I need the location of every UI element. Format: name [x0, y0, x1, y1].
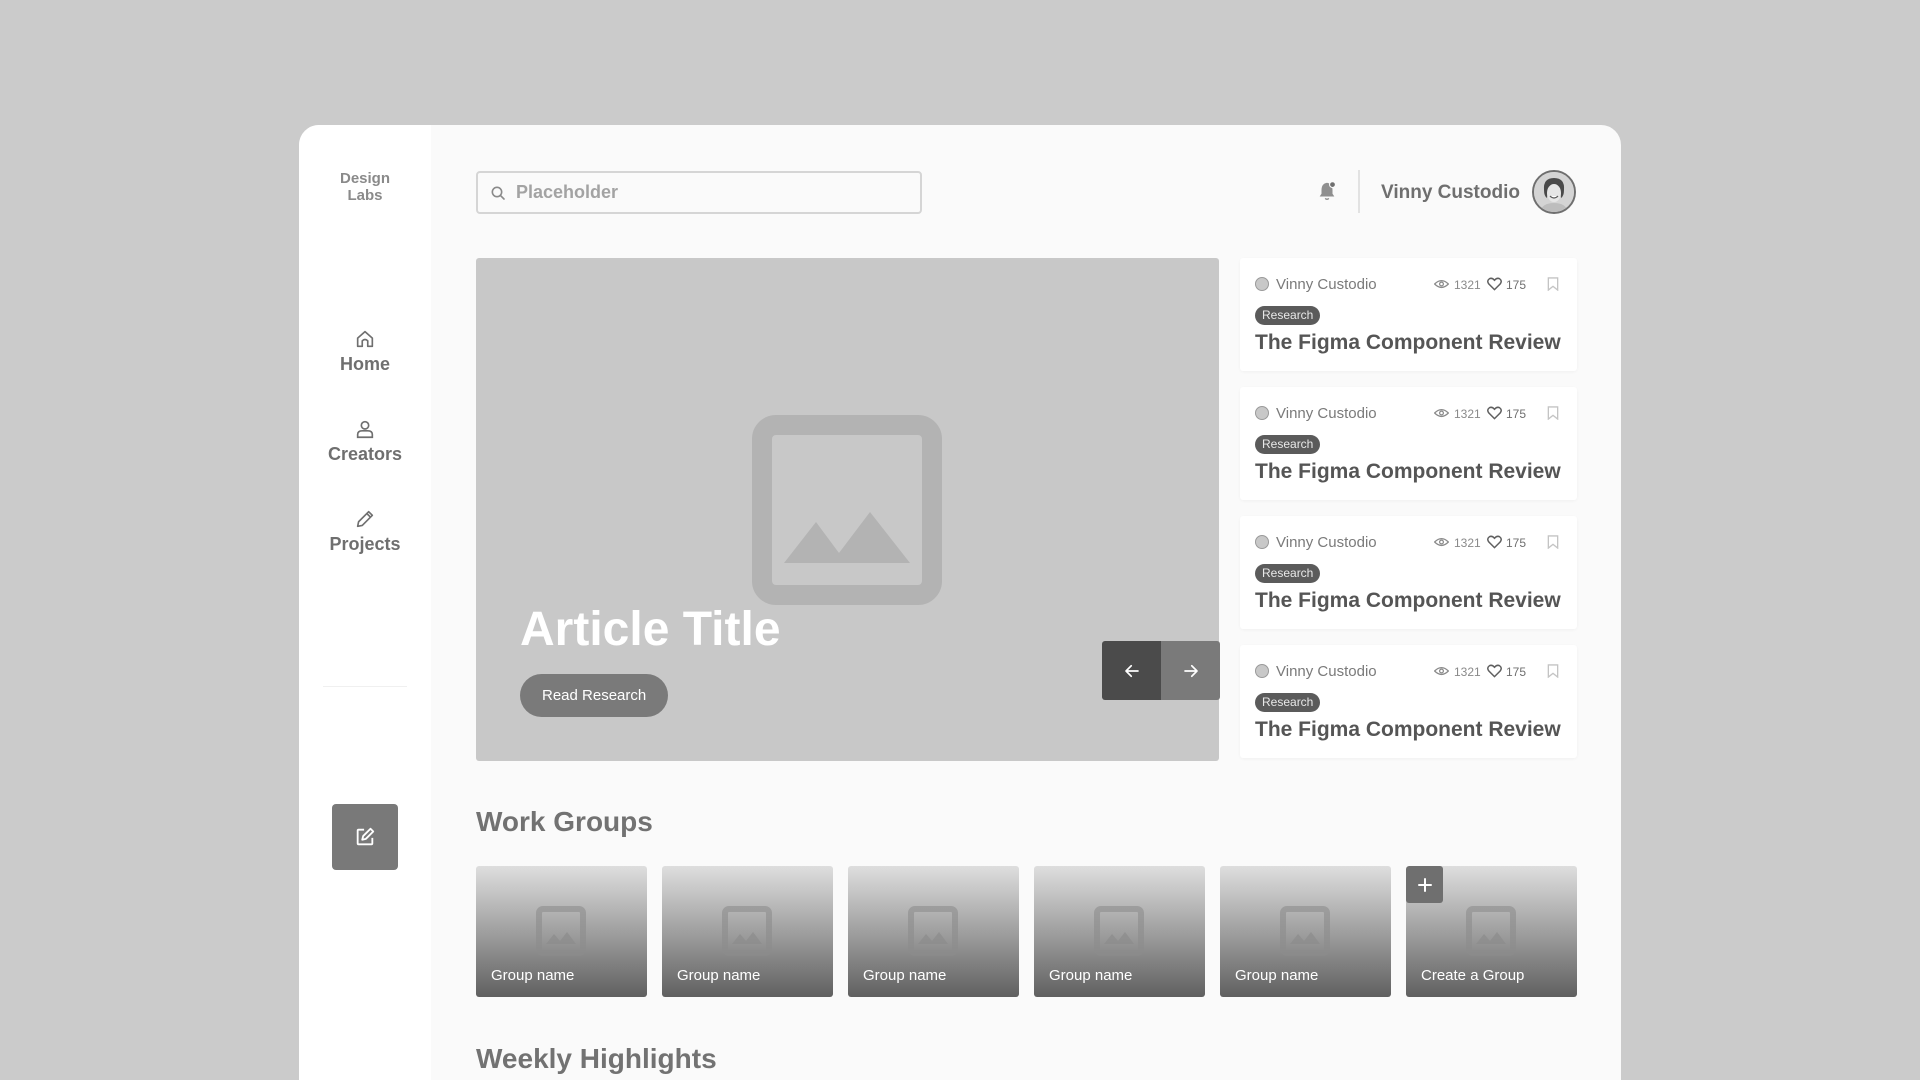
eye-icon [1434, 408, 1449, 418]
article-card[interactable]: Vinny Custodio 1321 175 Research The Fig… [1240, 645, 1577, 758]
sidebar-divider [323, 686, 407, 687]
sidebar: Design Labs Home Creators Projects [299, 125, 431, 1080]
author-name: Vinny Custodio [1276, 276, 1377, 293]
create-group-label: Create a Group [1421, 967, 1525, 984]
plus-icon [1417, 877, 1432, 892]
image-placeholder-icon [1280, 906, 1330, 956]
sidebar-item-home[interactable]: Home [299, 328, 431, 375]
work-group-card[interactable]: Group name [1220, 866, 1391, 997]
header-divider [1358, 170, 1360, 213]
author-avatar [1255, 535, 1269, 549]
image-placeholder-icon [1094, 906, 1144, 956]
work-group-card[interactable]: Group name [662, 866, 833, 997]
category-tag: Research [1255, 693, 1321, 712]
eye-icon [1434, 279, 1449, 289]
work-group-card[interactable]: Group name [476, 866, 647, 997]
author-name: Vinny Custodio [1276, 663, 1377, 680]
like-count: 175 [1506, 536, 1527, 550]
add-group-button[interactable] [1406, 866, 1443, 903]
heart-icon[interactable] [1487, 277, 1502, 291]
author-avatar [1255, 277, 1269, 291]
sidebar-item-creators[interactable]: Creators [299, 418, 431, 465]
image-placeholder-icon [536, 906, 586, 956]
read-research-button[interactable]: Read Research [520, 674, 669, 717]
article-card-title: The Figma Component Review [1255, 460, 1561, 483]
image-placeholder-icon [1466, 906, 1516, 956]
logo-line-1: Design [339, 170, 390, 187]
article-title: Article Title [520, 603, 781, 656]
article-card[interactable]: Vinny Custodio 1321 175 Research The Fig… [1240, 516, 1577, 629]
sidebar-item-label: Creators [327, 444, 403, 464]
article-card-title: The Figma Component Review [1255, 718, 1561, 741]
image-placeholder-icon [752, 415, 942, 605]
heart-icon[interactable] [1487, 664, 1502, 678]
compose-button[interactable] [332, 804, 398, 870]
home-icon [356, 330, 374, 348]
like-count: 175 [1506, 665, 1527, 679]
heart-icon[interactable] [1487, 406, 1502, 420]
article-card-title: The Figma Component Review [1255, 589, 1561, 612]
group-name: Group name [677, 967, 761, 984]
edit-square-icon [356, 827, 375, 846]
like-count: 175 [1506, 407, 1527, 421]
user-icon [356, 420, 374, 439]
app-window: Design Labs Home Creators Projects Place… [299, 125, 1621, 1080]
user-name[interactable]: Vinny Custodio [1381, 182, 1520, 204]
view-count: 1321 [1454, 665, 1481, 679]
arrow-left-icon [1124, 664, 1139, 677]
work-groups-title: Work Groups [476, 806, 653, 837]
category-tag: Research [1255, 435, 1321, 454]
notification-dot [1329, 181, 1336, 189]
weekly-highlights-title: Weekly Highlights [476, 1043, 717, 1074]
view-count: 1321 [1454, 278, 1481, 292]
image-placeholder-icon [722, 906, 772, 956]
create-group-card[interactable]: Create a Group [1406, 866, 1577, 997]
author-avatar [1255, 406, 1269, 420]
pencil-icon [356, 510, 374, 528]
article-card-title: The Figma Component Review [1255, 331, 1561, 354]
avatar[interactable] [1532, 170, 1576, 214]
sidebar-item-label: Home [339, 354, 390, 374]
category-tag: Research [1255, 306, 1321, 325]
arrow-right-icon [1183, 664, 1198, 677]
bell-icon[interactable] [1316, 180, 1338, 202]
sidebar-item-projects[interactable]: Projects [299, 508, 431, 555]
sidebar-item-label: Projects [329, 534, 401, 554]
like-count: 175 [1506, 278, 1527, 292]
search-icon [491, 186, 505, 200]
work-group-card[interactable]: Group name [1034, 866, 1205, 997]
work-group-card[interactable]: Group name [848, 866, 1019, 997]
avatar-image [1534, 172, 1574, 212]
eye-icon [1434, 537, 1449, 547]
logo[interactable]: Design Labs [299, 170, 431, 204]
logo-line-2: Labs [347, 187, 383, 204]
search-input[interactable] [516, 182, 896, 203]
search-bar[interactable] [476, 171, 922, 214]
author-name: Vinny Custodio [1276, 405, 1377, 422]
category-tag: Research [1255, 564, 1321, 583]
hero-banner[interactable]: Article Title Read Research [476, 258, 1220, 761]
bookmark-icon[interactable] [1547, 535, 1559, 549]
bookmark-icon[interactable] [1547, 664, 1559, 678]
carousel-prev-button[interactable] [1102, 641, 1161, 700]
view-count: 1321 [1454, 407, 1481, 421]
group-name: Group name [1235, 967, 1319, 984]
carousel-next-button[interactable] [1161, 641, 1220, 700]
article-card[interactable]: Vinny Custodio 1321 175 Research The Fig… [1240, 258, 1577, 371]
heart-icon[interactable] [1487, 535, 1502, 549]
eye-icon [1434, 666, 1449, 676]
author-avatar [1255, 664, 1269, 678]
group-name: Group name [491, 967, 575, 984]
article-card[interactable]: Vinny Custodio 1321 175 Research The Fig… [1240, 387, 1577, 500]
group-name: Group name [863, 967, 947, 984]
view-count: 1321 [1454, 536, 1481, 550]
image-placeholder-icon [908, 906, 958, 956]
bookmark-icon[interactable] [1547, 406, 1559, 420]
group-name: Group name [1049, 967, 1133, 984]
bookmark-icon[interactable] [1547, 277, 1559, 291]
author-name: Vinny Custodio [1276, 534, 1377, 551]
